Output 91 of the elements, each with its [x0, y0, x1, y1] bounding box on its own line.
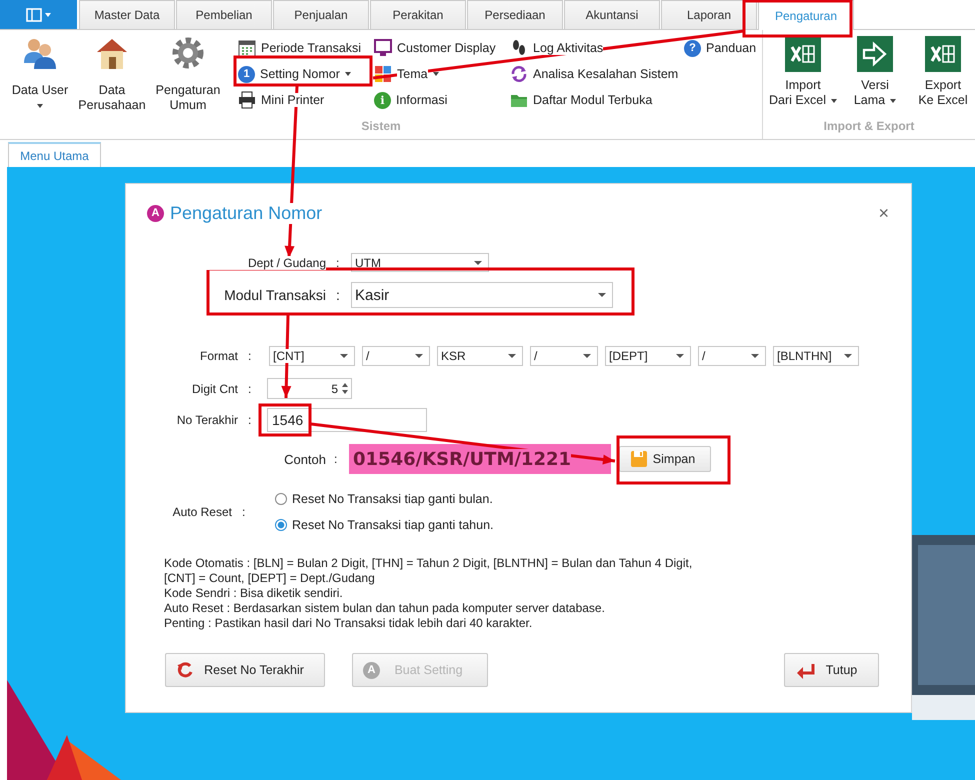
- document-tab[interactable]: Menu Utama: [8, 142, 101, 167]
- reset-arrow-icon: [176, 661, 194, 679]
- ribbon-large-button[interactable]: Data Perusahaan: [76, 33, 148, 113]
- tiles-icon: [374, 65, 392, 83]
- ribbon-small-button[interactable]: 1 Setting Nomor: [236, 61, 353, 87]
- ribbon-large-button[interactable]: Data User: [8, 33, 72, 113]
- caret-icon: [598, 293, 606, 297]
- module-dropdown[interactable]: Kasir: [351, 282, 613, 308]
- caret-icon: [340, 354, 348, 358]
- format-dropdown[interactable]: /: [362, 346, 430, 366]
- radio-option[interactable]: Reset No Transaksi tiap ganti bulan.: [275, 488, 494, 510]
- ribbon-tab[interactable]: Laporan: [661, 0, 757, 29]
- format-dropdown[interactable]: [DEPT]: [605, 346, 691, 366]
- caret-icon: [676, 354, 684, 358]
- calendar-icon: [238, 39, 256, 57]
- field-label: Contoh: [283, 452, 326, 466]
- spreadsheet-icon: [924, 35, 962, 73]
- ribbon-tab[interactable]: Persediaan: [467, 0, 563, 29]
- caret-icon: [508, 354, 516, 358]
- caret-icon: [474, 260, 482, 264]
- help-note: [CNT] = Count, [DEPT] = Dept./Gudang: [164, 571, 376, 586]
- footprints-icon: [510, 39, 528, 57]
- ribbon-small-button[interactable]: Analisa Kesalahan Sistem: [508, 61, 680, 87]
- field-label: Auto Reset: [172, 505, 232, 519]
- ribbon-small-button[interactable]: Mini Printer: [236, 87, 326, 113]
- field-label: Format: [198, 349, 238, 363]
- app-menu-button[interactable]: [0, 0, 77, 29]
- close-button[interactable]: Tutup: [784, 653, 879, 687]
- reset-button[interactable]: Reset No Terakhir: [165, 653, 325, 687]
- return-arrow-icon: [795, 661, 815, 679]
- ribbon-small-button[interactable]: Periode Transaksi: [236, 35, 364, 61]
- colon: :: [248, 382, 252, 396]
- close-button[interactable]: ×: [874, 202, 893, 224]
- field-label: No Terakhir: [176, 413, 238, 427]
- format-dropdown[interactable]: /: [698, 346, 766, 366]
- ribbon-small-button[interactable]: Customer Display: [372, 35, 498, 61]
- ribbon-tab[interactable]: Perakitan: [370, 0, 466, 29]
- colon: :: [248, 413, 252, 427]
- save-button[interactable]: Simpan: [619, 446, 711, 472]
- ribbon-small-button[interactable]: Tema: [372, 61, 441, 87]
- colon: :: [336, 256, 340, 270]
- info-icon: i: [374, 92, 391, 108]
- colon: :: [336, 287, 341, 303]
- help-icon: ?: [684, 40, 701, 56]
- caret-icon: [583, 354, 591, 358]
- ribbon-group-label: Import & Export: [822, 118, 916, 135]
- ribbon-large-button[interactable]: Versi Lama: [843, 33, 907, 113]
- spreadsheet-icon: [784, 35, 822, 73]
- format-dropdown[interactable]: KSR: [437, 346, 523, 366]
- ribbon-small-button[interactable]: ? Panduan: [682, 35, 758, 61]
- last-number-field[interactable]: 1546: [267, 408, 427, 432]
- caret-icon: [415, 354, 423, 358]
- highlight-box: [258, 404, 312, 436]
- help-note: Auto Reset : Berdasarkan sistem bulan dan tahun pada komputer server database.: [164, 601, 606, 616]
- ribbon-tab[interactable]: Master Data: [79, 0, 175, 29]
- caret-icon: [751, 354, 759, 358]
- colon: :: [248, 349, 252, 363]
- ribbon-tab[interactable]: Pembelian: [176, 0, 272, 29]
- ribbon-large-button[interactable]: Export Ke Excel: [911, 33, 975, 113]
- help-note: Kode Sendri : Bisa diketik sendiri.: [164, 586, 344, 601]
- ribbon-large-button[interactable]: Import Dari Excel: [767, 33, 839, 113]
- gear-icon: [170, 35, 206, 71]
- format-dropdown[interactable]: /: [530, 346, 598, 366]
- monitor-icon: [374, 39, 392, 57]
- ribbon-group-label: Sistem: [360, 118, 402, 135]
- title-badge-icon: A: [147, 204, 164, 222]
- ribbon-small-button[interactable]: Log Aktivitas: [508, 35, 606, 61]
- printer-icon: [238, 91, 256, 109]
- badge-icon: A: [363, 662, 380, 678]
- ribbon-large-button[interactable]: Pengaturan Umum: [152, 33, 224, 113]
- help-note: Kode Otomatis : [BLN] = Bulan 2 Digit, [THN] = Tahun 2 Digit, [BLNTHN] = Bulan dan Tahun 4 Digit,: [164, 556, 694, 571]
- caret-icon: [844, 354, 852, 358]
- ribbon-small-button[interactable]: Daftar Modul Terbuka: [508, 87, 654, 113]
- cycle-icon: [510, 65, 528, 83]
- field-label: Modul Transaksi: [223, 287, 326, 303]
- ribbon-small-button[interactable]: i Informasi: [372, 87, 450, 113]
- format-dropdown[interactable]: [CNT]: [269, 346, 355, 366]
- ribbon-tab[interactable]: Penjualan: [273, 0, 369, 29]
- radio-button[interactable]: [275, 519, 287, 531]
- example-preview: 01546/KSR/UTM/1221: [349, 444, 611, 474]
- number-badge-icon: 1: [238, 66, 255, 82]
- ribbon-tab[interactable]: Akuntansi: [564, 0, 660, 29]
- field-label: Digit Cnt: [190, 382, 238, 396]
- radio-option[interactable]: Reset No Transaksi tiap ganti tahun.: [275, 514, 494, 536]
- help-note: Penting : Pastikan hasil dari No Transaksi tidak lebih dari 40 karakter.: [164, 616, 534, 631]
- colon: :: [334, 452, 338, 466]
- radio-button[interactable]: [275, 493, 287, 505]
- dialog-title: Pengaturan Nomor: [170, 202, 322, 224]
- panel-icon: [26, 8, 52, 22]
- format-dropdown[interactable]: [BLNTHN]: [773, 346, 859, 366]
- colon: :: [242, 505, 246, 519]
